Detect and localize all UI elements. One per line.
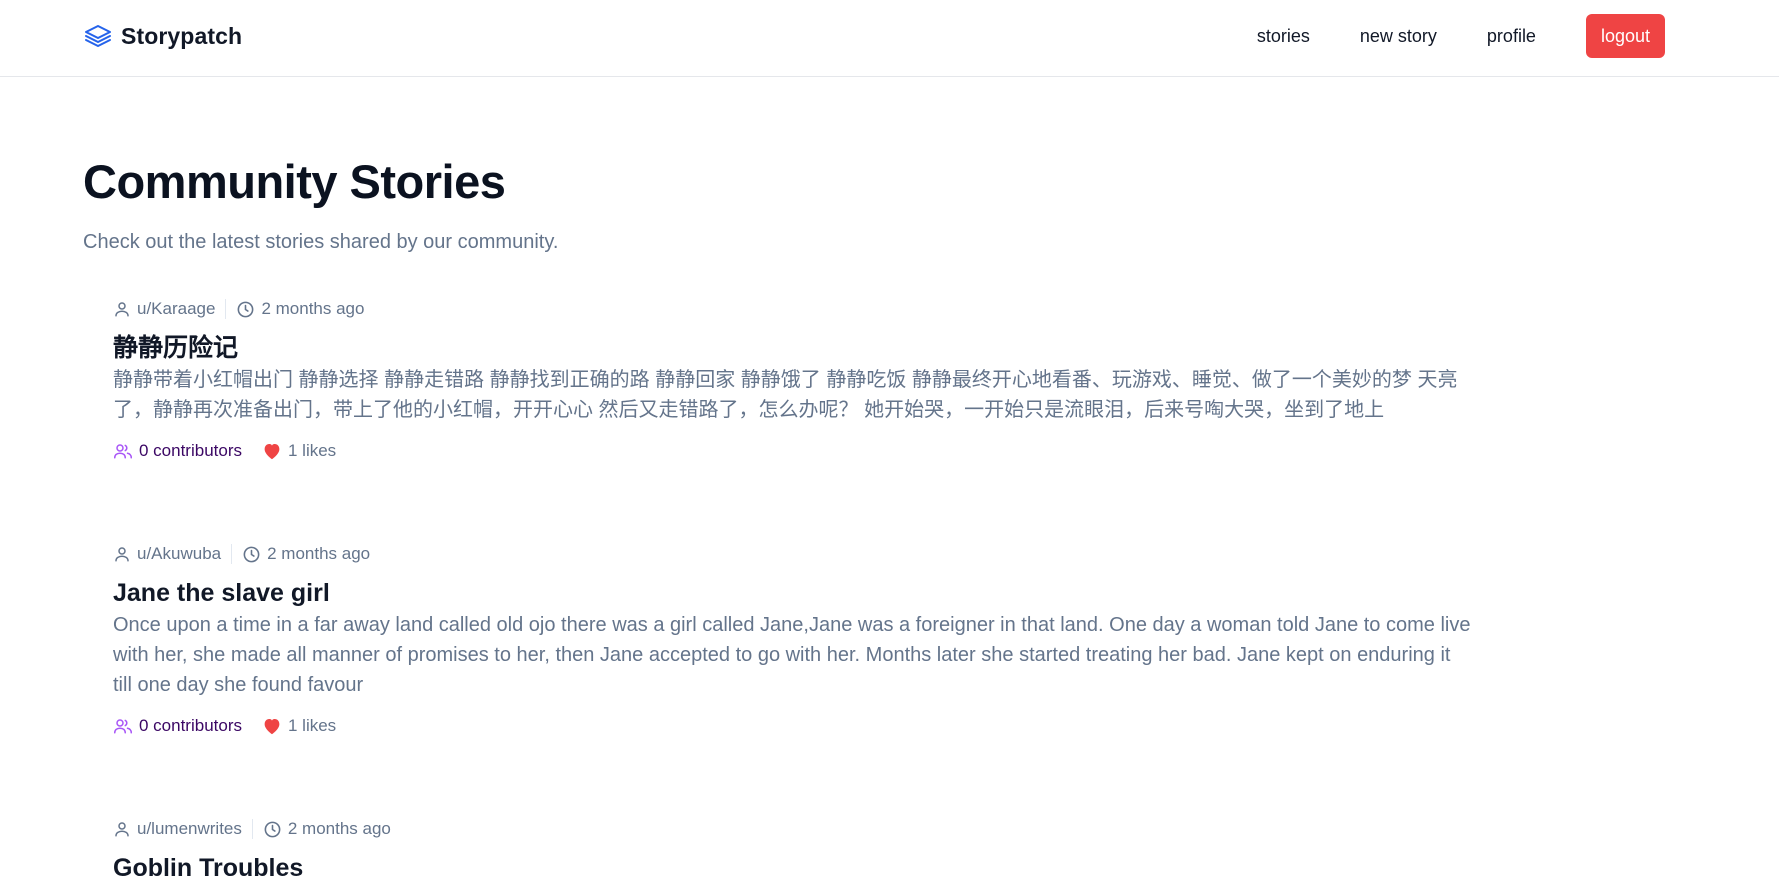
story-contributors: 0 contributors [113, 441, 242, 461]
story-stats: 0 contributors 1 likes [113, 714, 1473, 738]
users-icon [113, 717, 133, 735]
story-likes[interactable]: 1 likes [262, 716, 336, 736]
story-excerpt: 静静带着小红帽出门 静静选择 静静走错路 静静找到正确的路 静静回家 静静饿了 … [113, 369, 1458, 421]
story-title[interactable]: Jane the slave girl [113, 576, 1473, 610]
user-icon [113, 820, 131, 838]
nav-new-story[interactable]: new story [1335, 14, 1462, 58]
story-meta: u/Akuwuba 2 months ago [113, 542, 1473, 566]
heart-icon[interactable] [262, 717, 282, 735]
story-time-text: 2 months ago [267, 544, 371, 563]
page-subtitle: Check out the latest stories shared by o… [83, 231, 559, 253]
nav-profile[interactable]: profile [1462, 14, 1561, 58]
story-card[interactable]: u/lumenwrites 2 months ago Goblin Troubl… [113, 817, 1473, 885]
story-meta: u/lumenwrites 2 months ago [113, 817, 1473, 841]
layers-icon [83, 21, 113, 51]
story-author-name: u/lumenwrites [137, 819, 242, 838]
contributors-count: 0 contributors [139, 716, 242, 735]
user-icon [113, 300, 131, 318]
story-card[interactable]: u/Akuwuba 2 months ago Jane the slave gi… [113, 542, 1473, 738]
story-stats: 0 contributors 1 likes [113, 439, 1473, 463]
brand-name: Storypatch [121, 22, 243, 49]
story-title[interactable]: 静静历险记 [113, 331, 1473, 365]
story-excerpt: Once upon a time in a far away land call… [113, 614, 1471, 696]
meta-divider [225, 299, 227, 319]
story-time: 2 months ago [263, 819, 391, 839]
meta-divider [251, 819, 253, 839]
story-contributors: 0 contributors [113, 716, 242, 736]
page-title: Community Stories [83, 155, 506, 208]
likes-count: 1 likes [288, 716, 337, 735]
nav-stories[interactable]: stories [1232, 14, 1335, 58]
heart-icon[interactable] [262, 442, 282, 460]
story-author-name: u/Akuwuba [137, 544, 222, 563]
logout-button[interactable]: logout [1585, 14, 1665, 58]
user-icon [113, 545, 131, 563]
story-time: 2 months ago [242, 544, 370, 564]
brand-link[interactable]: Storypatch [83, 21, 242, 51]
story-author[interactable]: u/Karaage [113, 299, 215, 319]
story-meta: u/Karaage 2 months ago [113, 297, 1473, 321]
contributors-count: 0 contributors [139, 441, 242, 460]
story-card[interactable]: u/Karaage 2 months ago 静静历险记 静静带着小红帽出门 静… [113, 297, 1473, 463]
top-navbar: Storypatch stories new story profile log… [0, 0, 1779, 77]
story-likes[interactable]: 1 likes [262, 441, 336, 461]
story-author-name: u/Karaage [137, 299, 216, 318]
story-author[interactable]: u/Akuwuba [113, 544, 221, 564]
story-time-text: 2 months ago [287, 819, 391, 838]
story-author[interactable]: u/lumenwrites [113, 819, 242, 839]
users-icon [113, 442, 133, 460]
story-time: 2 months ago [236, 299, 364, 319]
clock-icon [236, 300, 255, 319]
likes-count: 1 likes [288, 441, 337, 460]
story-title[interactable]: Goblin Troubles [113, 851, 1473, 885]
clock-icon [263, 820, 282, 839]
story-time-text: 2 months ago [261, 299, 365, 318]
clock-icon [242, 545, 261, 564]
main-content: Community Stories Check out the latest s… [83, 150, 1483, 256]
nav-links: stories new story profile logout [1232, 14, 1665, 58]
meta-divider [231, 544, 233, 564]
